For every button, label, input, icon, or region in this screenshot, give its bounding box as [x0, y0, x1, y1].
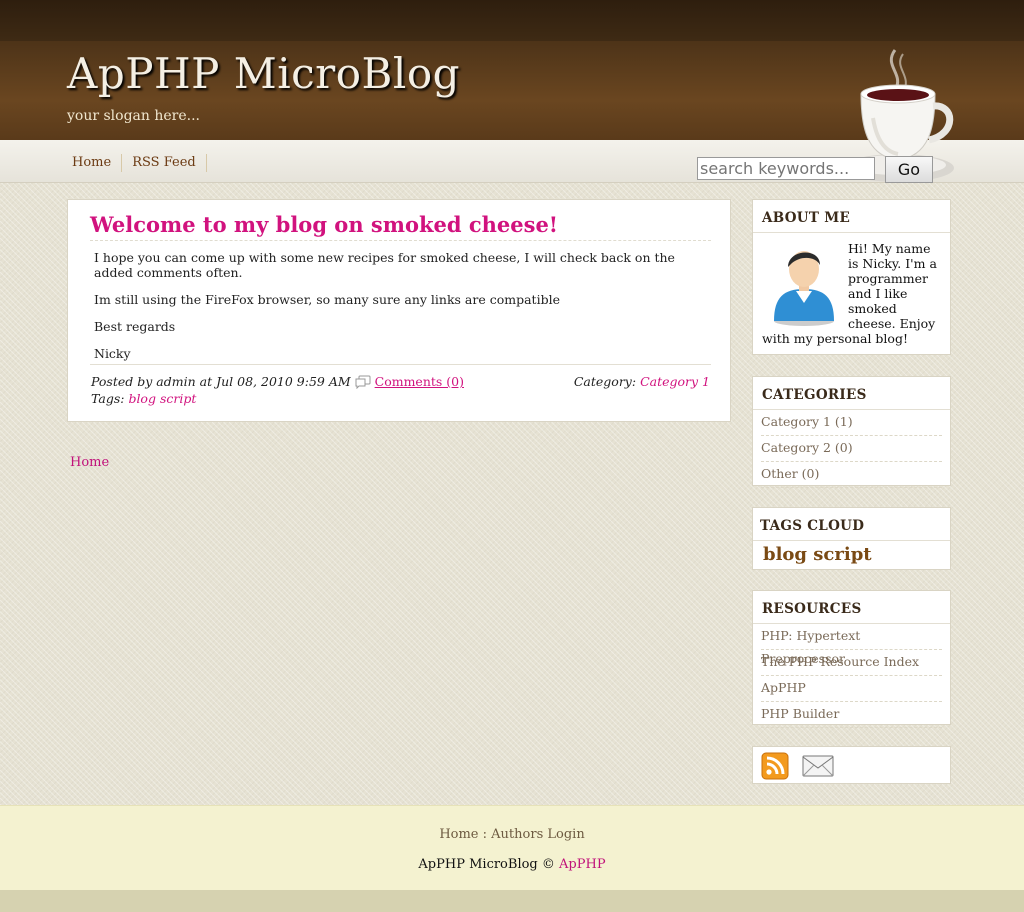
list-item: The PHP Resource Index	[761, 650, 942, 676]
categories-list: Category 1 (1) Category 2 (0) Other (0)	[753, 410, 950, 488]
resource-link[interactable]: PHP Builder	[761, 706, 839, 721]
site-title[interactable]: ApPHP MicroBlog	[67, 49, 460, 98]
main-nav: Home RSS Feed	[65, 154, 210, 172]
list-item: PHP: Hypertext Preprocessor	[761, 624, 942, 666]
post-paragraph: I hope you can come up with some new rec…	[94, 250, 675, 280]
about-me-heading: ABOUT ME	[753, 200, 950, 233]
list-item: ApPHP	[761, 676, 942, 702]
copyright-name: ApPHP MicroBlog	[418, 857, 538, 872]
about-me-content: Hi! My name is Nicky. I'm a programmer a…	[762, 241, 944, 346]
categories-box: CATEGORIES Category 1 (1) Category 2 (0)…	[752, 376, 951, 488]
post-category: Category: Category 1	[574, 374, 710, 389]
category-label: Category:	[573, 374, 637, 389]
about-me-box: ABOUT ME Hi! My name is Nicky. I'm a pro…	[752, 199, 951, 355]
resource-link[interactable]: ApPHP	[761, 680, 806, 695]
list-item: Category 1 (1)	[761, 410, 942, 436]
apphp-link[interactable]: ApPHP	[559, 857, 606, 872]
category-item-link[interactable]: Other (0)	[761, 466, 819, 481]
post-meta: Posted by admin at Jul 08, 2010 9:59 AM …	[91, 374, 464, 389]
search-go-button[interactable]: Go	[885, 156, 933, 183]
authors-login-link[interactable]: Authors Login	[491, 827, 585, 842]
tag-link[interactable]: blog script	[128, 391, 196, 406]
copyright: ApPHP MicroBlog © ApPHP	[0, 857, 1024, 872]
category-item-link[interactable]: Category 1 (1)	[761, 414, 853, 429]
blog-post: Welcome to my blog on smoked cheese! I h…	[67, 199, 731, 422]
footer-home-link[interactable]: Home	[439, 827, 478, 842]
bottom-bar	[0, 890, 1024, 912]
resources-list: PHP: Hypertext Preprocessor The PHP Reso…	[753, 624, 950, 728]
post-tags: Tags: blog script	[91, 391, 196, 406]
posted-by-label: Posted by	[91, 374, 153, 389]
mail-icon[interactable]	[801, 752, 835, 780]
rss-icon[interactable]	[761, 752, 789, 780]
footer-links: Home : Authors Login	[0, 827, 1024, 842]
resources-box: RESOURCES PHP: Hypertext Preprocessor Th…	[752, 590, 951, 728]
tags-label: Tags:	[91, 391, 125, 406]
footer: Home : Authors Login ApPHP MicroBlog © A…	[0, 805, 1024, 891]
site-slogan: your slogan here...	[67, 108, 200, 124]
tags-cloud-heading: TAGS CLOUD	[753, 508, 950, 541]
post-paragraph: Best regards	[94, 319, 176, 334]
comment-icon	[355, 375, 371, 389]
resources-heading: RESOURCES	[753, 591, 950, 624]
top-bar	[0, 0, 1024, 41]
post-date: Jul 08, 2010 9:59 AM	[216, 374, 351, 389]
footer-separator: :	[482, 827, 488, 842]
at-label: at	[199, 374, 213, 389]
nav-rss-feed-link[interactable]: RSS Feed	[125, 154, 207, 172]
divider	[90, 240, 711, 241]
post-body: I hope you can come up with some new rec…	[94, 250, 704, 373]
search-input[interactable]	[697, 157, 875, 180]
category-item-link[interactable]: Category 2 (0)	[761, 440, 853, 455]
user-avatar-icon	[774, 251, 834, 326]
comments-link[interactable]: Comments (0)	[375, 374, 464, 389]
post-paragraph: Im still using the FireFox browser, so m…	[94, 292, 560, 307]
copyright-symbol: ©	[541, 857, 555, 872]
category-link[interactable]: Category 1	[640, 374, 710, 389]
tag-cloud-link[interactable]: blog script	[753, 541, 950, 568]
tags-cloud-box: TAGS CLOUD blog script	[752, 507, 951, 570]
list-item: Category 2 (0)	[761, 436, 942, 462]
breadcrumb-home-link[interactable]: Home	[70, 455, 109, 470]
categories-heading: CATEGORIES	[753, 377, 950, 410]
post-paragraph: Nicky	[94, 346, 131, 361]
post-author: admin	[156, 374, 196, 389]
list-item: PHP Builder	[761, 702, 942, 728]
nav-home-link[interactable]: Home	[65, 154, 123, 172]
resource-link[interactable]: The PHP Resource Index	[761, 654, 919, 669]
list-item: Other (0)	[761, 462, 942, 488]
post-title[interactable]: Welcome to my blog on smoked cheese!	[90, 212, 558, 237]
divider	[90, 364, 711, 365]
feed-icons	[753, 747, 950, 785]
feeds-box	[752, 746, 951, 784]
